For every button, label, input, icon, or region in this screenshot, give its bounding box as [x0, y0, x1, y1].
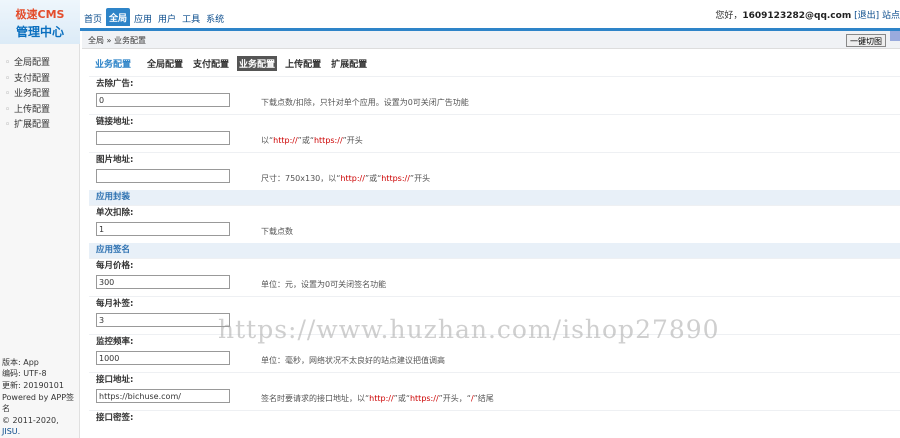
hint-text: ”开头，“ [438, 394, 471, 403]
greeting: 您好， [715, 11, 743, 21]
link-url-hint: 以“http://”或“https://”开头 [261, 135, 363, 146]
logo-line2: 管理中心 [15, 25, 64, 39]
tab-business-config[interactable]: 业务配置 [237, 56, 278, 71]
link-url-label: 链接地址: [89, 114, 900, 129]
breadcrumb-bar: 全局 » 业务配置 一键切图 [82, 31, 900, 49]
version-info: 版本: App 编码: UTF-8 更新: 20190101 Powered b… [2, 357, 79, 438]
single-deduct-input[interactable] [96, 222, 230, 236]
remove-ad-hint: 下载点数/扣除，只针对单个应用。设置为0可关闭广告功能 [261, 98, 469, 107]
api-url-input[interactable] [96, 389, 230, 403]
logo: 极速CMS 管理中心 [0, 0, 80, 44]
hint-text: ”或“ [364, 174, 382, 183]
nav-tools[interactable]: 工具 [180, 8, 202, 26]
image-url-label: 图片地址: [89, 152, 900, 167]
monthly-price-label: 每月价格: [89, 258, 900, 273]
nav-global[interactable]: 全局 [106, 8, 131, 26]
image-url-input[interactable] [96, 169, 230, 183]
monitor-freq-label: 监控频率: [89, 334, 900, 349]
version-line: 版本: App [2, 357, 39, 367]
nav-apps[interactable]: 应用 [132, 8, 154, 26]
section-app-signing: 应用签名 [89, 243, 900, 258]
hint-text: ”或“ [393, 394, 410, 403]
user-info: 您好，1609123282@qq.com [退出] 站点 [715, 8, 900, 21]
single-deduct-row: 下载点数 [89, 220, 900, 243]
image-url-row: 尺寸：750x130，以“http://”或“https://”开头 [89, 167, 900, 190]
monthly-supplement-label: 每月补签: [89, 296, 900, 311]
hint-text: 以“ [261, 136, 274, 145]
sidebar-menu: 全局配置 支付配置 业务配置 上传配置 扩展配置 [0, 44, 79, 134]
copyright-line: © 2011-2020, JISU. [2, 415, 79, 438]
api-url-label: 接口地址: [89, 372, 900, 387]
link-url-row: 以“http://”或“https://”开头 [89, 129, 900, 152]
sidebar: 全局配置 支付配置 业务配置 上传配置 扩展配置 版本: App 编码: UTF… [0, 44, 80, 438]
monthly-supplement-input[interactable] [96, 313, 230, 327]
config-form: 去除广告: 下载点数/扣除，只针对单个应用。设置为0可关闭广告功能 链接地址: … [89, 76, 900, 425]
monitor-freq-input[interactable] [96, 351, 230, 365]
hint-https: https:// [313, 136, 343, 145]
tab-upload-config[interactable]: 上传配置 [283, 56, 323, 71]
user-email: 1609123282@qq.com [742, 11, 852, 21]
remove-ad-input[interactable] [96, 93, 230, 107]
logo-line1: 极速CMS [15, 8, 65, 21]
encoding-line: 编码: UTF-8 [2, 369, 47, 379]
sidebar-item-business-config[interactable]: 业务配置 [0, 87, 79, 103]
single-deduct-hint: 下载点数 [261, 227, 293, 236]
monthly-supplement-row [89, 311, 900, 334]
hint-text: ”开头 [409, 174, 431, 183]
monthly-price-input[interactable] [96, 275, 230, 289]
config-tabs: 业务配置 全局配置 支付配置 业务配置 上传配置 扩展配置 [93, 56, 375, 71]
monthly-price-hint: 单位：元，设置为0可关闭签名功能 [261, 280, 387, 289]
hint-http: http:// [273, 136, 298, 145]
tab-global-config[interactable]: 全局配置 [145, 56, 185, 71]
tab-title-business: 业务配置 [95, 60, 132, 70]
hint-text: 尺寸：750x130，以“ [261, 174, 341, 183]
jisu-link[interactable]: JISU. [2, 427, 20, 436]
link-url-input[interactable] [96, 131, 230, 145]
api-key-label: 接口密签: [89, 410, 900, 425]
nav-users[interactable]: 用户 [156, 8, 178, 26]
powered-line: Powered by APP签名 [2, 392, 75, 414]
monthly-price-row: 单位：元，设置为0可关闭签名功能 [89, 273, 900, 296]
updated-line: 更新: 20190101 [2, 381, 64, 391]
remove-ad-row: 下载点数/扣除，只针对单个应用。设置为0可关闭广告功能 [89, 91, 900, 114]
hint-text: 签名时要请求的接口地址，以“ [261, 394, 370, 403]
remove-ad-label: 去除广告: [89, 76, 900, 91]
monitor-freq-hint: 单位：毫秒，网络状况不太良好的站点建议把值调高 [261, 356, 445, 365]
tab-extension-config[interactable]: 扩展配置 [329, 56, 369, 71]
corner-icon[interactable] [890, 31, 900, 41]
top-header: 极速CMS 管理中心 首页 全局 应用 用户 工具 系统 您好，16091232… [0, 0, 900, 44]
top-nav: 首页 全局 应用 用户 工具 系统 [82, 8, 228, 26]
sidebar-item-extension-config[interactable]: 扩展配置 [0, 118, 79, 134]
logout-link[interactable]: [退出] [854, 11, 879, 21]
hint-text: ”开头 [342, 136, 363, 145]
hint-text: ”结尾 [473, 394, 494, 403]
site-link[interactable]: 站点 [882, 11, 900, 21]
hint-http: http:// [340, 174, 365, 183]
image-url-hint: 尺寸：750x130，以“http://”或“https://”开头 [261, 173, 430, 184]
monitor-freq-row: 单位：毫秒，网络状况不太良好的站点建议把值调高 [89, 349, 900, 372]
sidebar-item-global-config[interactable]: 全局配置 [0, 56, 79, 72]
nav-home[interactable]: 首页 [82, 8, 104, 26]
hint-http: http:// [369, 394, 394, 403]
sidebar-item-upload-config[interactable]: 上传配置 [0, 103, 79, 119]
hint-https: https:// [381, 174, 410, 183]
api-url-hint: 签名时要请求的接口地址，以“http://”或“https://”开头，“/”结… [261, 393, 494, 404]
single-deduct-label: 单次扣除: [89, 205, 900, 220]
copyright-text: © 2011-2020, [2, 415, 59, 425]
hint-https: https:// [409, 394, 439, 403]
nav-system[interactable]: 系统 [204, 8, 226, 26]
hint-text: ”或“ [297, 136, 314, 145]
tab-payment-config[interactable]: 支付配置 [191, 56, 231, 71]
api-url-row: 签名时要请求的接口地址，以“http://”或“https://”开头，“/”结… [89, 387, 900, 410]
one-click-cut-button[interactable]: 一键切图 [846, 34, 886, 47]
breadcrumb: 全局 » 业务配置 [88, 36, 146, 45]
section-app-packaging: 应用封装 [89, 190, 900, 205]
sidebar-item-payment-config[interactable]: 支付配置 [0, 72, 79, 88]
